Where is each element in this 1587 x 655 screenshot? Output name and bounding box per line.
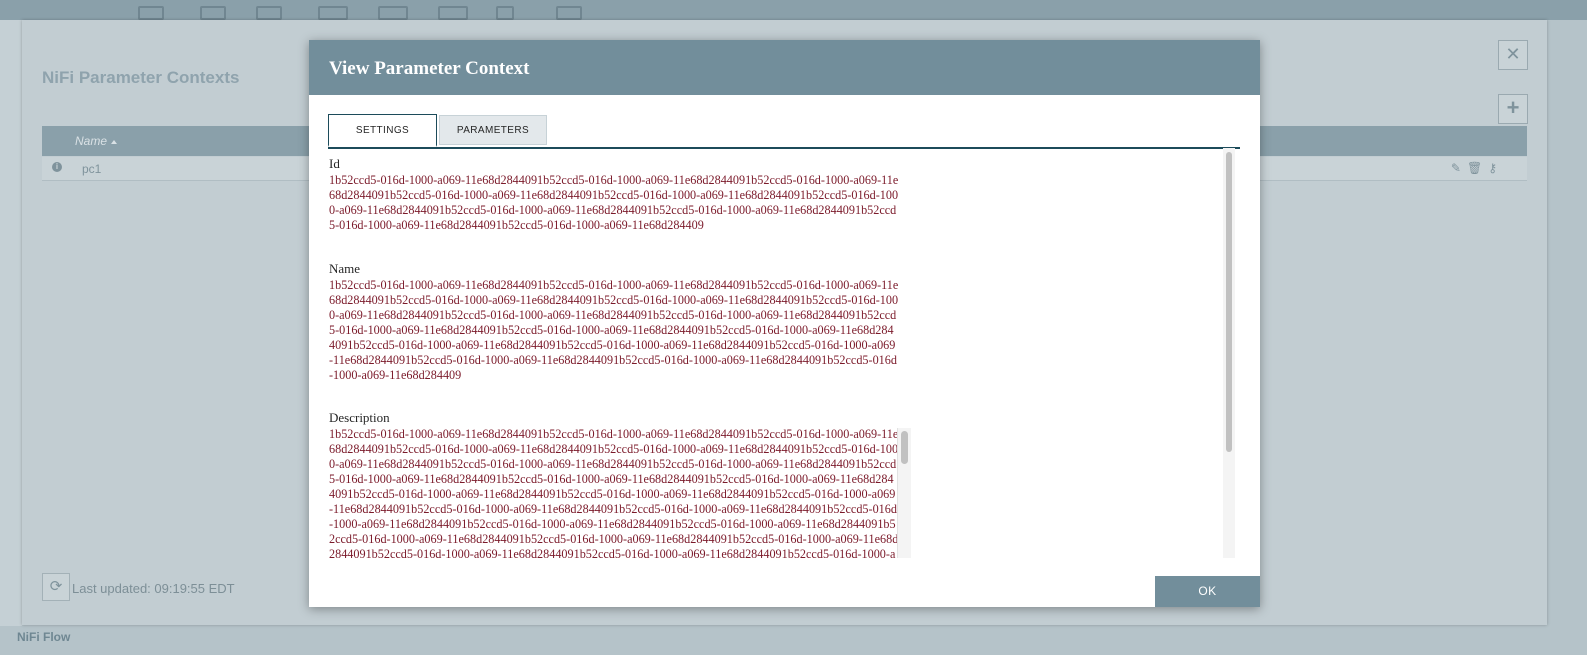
edit-icon[interactable]: ✎ bbox=[1451, 161, 1467, 175]
description-label: Description bbox=[329, 410, 390, 425]
ok-button[interactable]: OK bbox=[1155, 576, 1260, 607]
last-updated-text: Last updated: 09:19:55 EDT bbox=[72, 581, 235, 596]
component-icon[interactable] bbox=[378, 6, 408, 20]
dialog-header: View Parameter Context bbox=[309, 40, 1260, 95]
name-label: Name bbox=[329, 261, 361, 276]
column-header-name[interactable]: Name bbox=[75, 134, 118, 148]
dialog-tabs: SETTINGS PARAMETERS bbox=[328, 114, 1240, 149]
settings-content: Id 1b52ccd5-016d-1000-a069-11e68d2844091… bbox=[328, 148, 1240, 558]
info-icon[interactable]: i bbox=[52, 162, 62, 172]
id-value: 1b52ccd5-016d-1000-a069-11e68d2844091b52… bbox=[329, 173, 899, 232]
row-actions: ✎🗑⚷ bbox=[1451, 161, 1503, 175]
id-label: Id bbox=[329, 156, 340, 171]
nifi-toolbar bbox=[0, 0, 1587, 20]
column-header-label: Name bbox=[75, 134, 108, 148]
dialog-title: View Parameter Context bbox=[329, 58, 530, 79]
description-value: 1b52ccd5-016d-1000-a069-11e68d2844091b52… bbox=[329, 427, 899, 558]
component-icon[interactable] bbox=[318, 6, 348, 20]
view-parameter-context-dialog: View Parameter Context SETTINGS PARAMETE… bbox=[309, 40, 1260, 607]
canvas-footer bbox=[0, 626, 1587, 655]
description-scroll-thumb[interactable] bbox=[901, 431, 908, 464]
breadcrumb-nifi-flow[interactable]: NiFi Flow bbox=[17, 630, 70, 644]
component-icon[interactable] bbox=[556, 6, 582, 20]
tab-settings[interactable]: SETTINGS bbox=[328, 114, 437, 147]
key-icon[interactable]: ⚷ bbox=[1488, 161, 1503, 175]
description-scrollbar[interactable] bbox=[897, 428, 911, 558]
refresh-icon[interactable]: ⟳ bbox=[42, 573, 70, 601]
add-icon[interactable]: + bbox=[1498, 94, 1528, 124]
content-scroll-thumb[interactable] bbox=[1226, 152, 1232, 452]
canvas-left-strip bbox=[0, 20, 22, 630]
component-icon[interactable] bbox=[496, 6, 514, 20]
component-icon[interactable] bbox=[256, 6, 282, 20]
close-icon[interactable]: ✕ bbox=[1498, 40, 1528, 70]
sort-asc-icon bbox=[111, 139, 118, 144]
row-name: pc1 bbox=[82, 162, 102, 176]
component-icon[interactable] bbox=[138, 6, 164, 20]
name-value: 1b52ccd5-016d-1000-a069-11e68d2844091b52… bbox=[329, 278, 899, 382]
component-icon[interactable] bbox=[200, 6, 226, 20]
shell-title: NiFi Parameter Contexts bbox=[42, 68, 240, 87]
description-box[interactable]: 1b52ccd5-016d-1000-a069-11e68d2844091b52… bbox=[328, 426, 911, 558]
component-icon[interactable] bbox=[438, 6, 468, 20]
tab-parameters[interactable]: PARAMETERS bbox=[439, 115, 547, 145]
delete-icon[interactable]: 🗑 bbox=[1467, 161, 1488, 175]
content-scrollbar[interactable] bbox=[1223, 148, 1235, 558]
